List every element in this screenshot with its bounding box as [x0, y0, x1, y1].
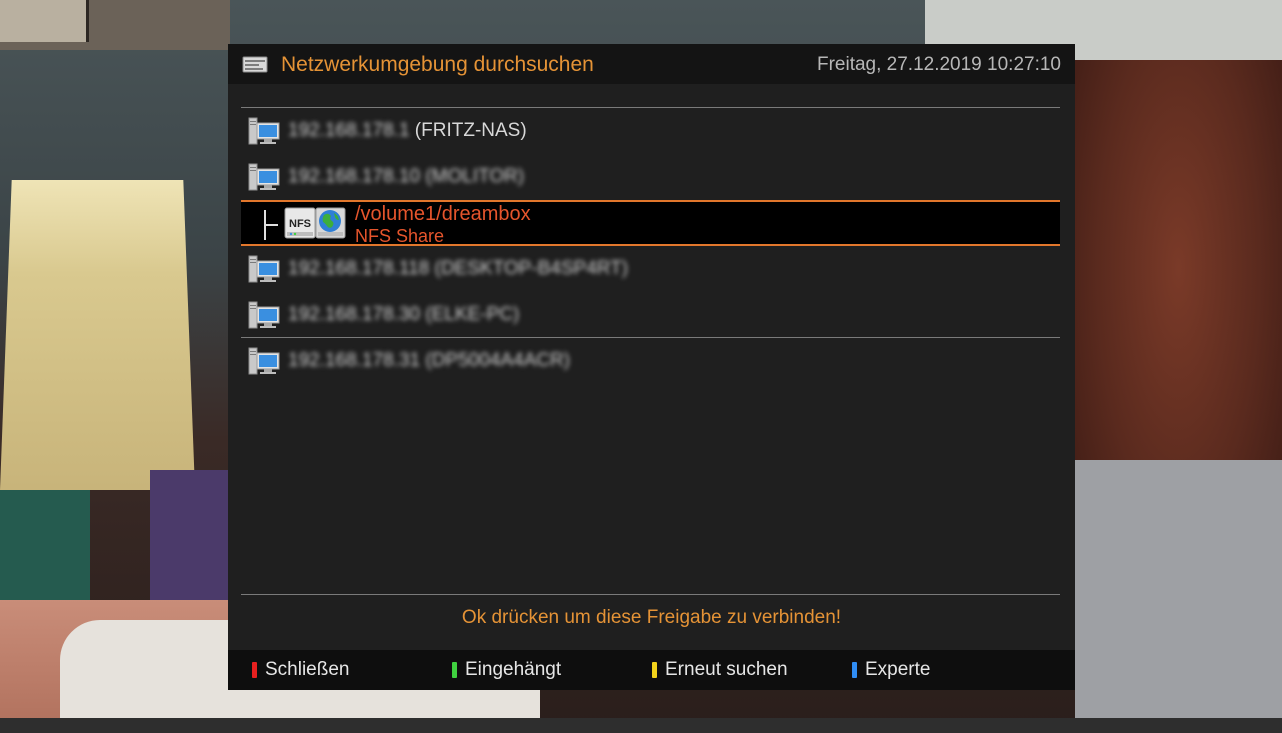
background-lampshade — [0, 180, 195, 490]
network-neighborhood-icon — [242, 56, 268, 73]
host-address: 192.168.178.1 — [288, 120, 410, 141]
background-window — [0, 0, 230, 50]
tree-branch-icon — [264, 210, 278, 240]
computer-icon — [248, 255, 280, 283]
host-label: 192.168.178.10 (MOLITOR) — [288, 166, 525, 187]
host-label: 192.168.178.30 (ELKE-PC) — [288, 304, 520, 325]
list-item-host[interactable]: 192.168.178.1 (FRITZ-NAS) — [241, 108, 1060, 154]
computer-icon — [248, 347, 280, 375]
title-bar: Netzwerkumgebung durchsuchen Freitag, 27… — [228, 44, 1075, 84]
list-item-host[interactable]: 192.168.178.31 (DP5004A4ACR) — [241, 338, 1060, 384]
connect-hint: Ok drücken um diese Freigabe zu verbinde… — [461, 607, 842, 628]
background-pillow — [150, 470, 230, 620]
green-key-indicator — [452, 662, 457, 678]
dialog-title: Netzwerkumgebung durchsuchen — [281, 53, 594, 76]
computer-icon — [248, 163, 280, 191]
host-label: 192.168.178.31 (DP5004A4ACR) — [288, 350, 571, 371]
host-label: 192.168.178.1 (FRITZ-NAS) — [288, 120, 527, 141]
red-button-label: Schließen — [265, 659, 350, 680]
blue-button-label: Experte — [865, 659, 931, 680]
red-key-indicator — [252, 662, 257, 678]
list-item-host[interactable]: 192.168.178.10 (MOLITOR) — [241, 154, 1060, 200]
background-bottom-stripe — [0, 718, 1282, 733]
host-label: 192.168.178.118 (DESKTOP-B4SP4RT) — [288, 258, 629, 279]
yellow-key-indicator — [652, 662, 657, 678]
network-browser-dialog: Netzwerkumgebung durchsuchen Freitag, 27… — [228, 44, 1075, 690]
blue-key-indicator — [852, 662, 857, 678]
green-button-label: Eingehängt — [465, 659, 562, 680]
list-item-share-selected[interactable]: NFS /volume1/dreambox NFS Share — [241, 200, 1060, 246]
computer-icon — [248, 117, 280, 145]
computer-icon — [248, 301, 280, 329]
list-item-host[interactable]: 192.168.178.30 (ELKE-PC) — [241, 292, 1060, 338]
bottom-separator — [241, 594, 1060, 595]
nfs-share-icon: NFS — [284, 207, 346, 239]
network-list: 192.168.178.1 (FRITZ-NAS) 192.168.178.10… — [241, 108, 1060, 384]
background-person-sweater — [1075, 460, 1282, 733]
list-item-host[interactable]: 192.168.178.118 (DESKTOP-B4SP4RT) — [241, 246, 1060, 292]
share-path: /volume1/dreambox — [355, 203, 531, 225]
color-button-bar: Schließen Eingehängt Erneut suchen Exper… — [228, 650, 1075, 690]
date-time: Freitag, 27.12.2019 10:27:10 — [816, 54, 1061, 75]
share-type: NFS Share — [355, 226, 445, 246]
nfs-badge: NFS — [289, 218, 311, 230]
background-window-pane — [0, 0, 89, 42]
yellow-button-label: Erneut suchen — [665, 659, 788, 680]
